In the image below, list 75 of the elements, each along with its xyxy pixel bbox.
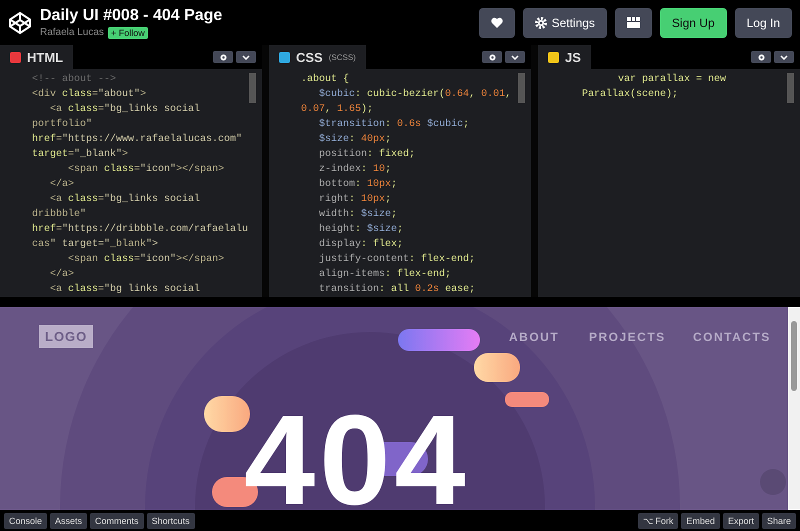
scrollbar[interactable] bbox=[787, 73, 794, 103]
scrollbar[interactable] bbox=[518, 73, 525, 103]
collapse-button[interactable] bbox=[774, 51, 794, 63]
code-line: cas" target="_blank"> bbox=[32, 238, 160, 252]
collapse-button[interactable] bbox=[236, 51, 256, 63]
code-line: justify-content: flex-end; bbox=[318, 252, 476, 267]
footer-button[interactable]: ⌥ Fork bbox=[638, 512, 678, 528]
gear-icon bbox=[534, 16, 547, 28]
editor-tab[interactable]: JS bbox=[538, 45, 591, 69]
code-line: $cubic: cubic-bezier(0.64, 0.01, bbox=[318, 88, 512, 102]
footer-button[interactable]: Comments bbox=[90, 512, 144, 528]
error-code-headline: 404 bbox=[244, 397, 470, 510]
settings-button[interactable]: Settings bbox=[522, 8, 607, 38]
footer-button[interactable]: Shortcuts bbox=[146, 512, 195, 528]
code-line: <a class="bg_links social bbox=[49, 192, 202, 207]
code-line: dribbble" bbox=[32, 208, 88, 222]
code-line: display: flex; bbox=[318, 238, 404, 252]
code-line: </a> bbox=[49, 268, 76, 282]
settings-button[interactable] bbox=[751, 51, 771, 63]
chevron-down-icon bbox=[242, 54, 250, 60]
code-line: position: fixed; bbox=[318, 148, 416, 162]
footer-button[interactable]: Console bbox=[4, 512, 48, 528]
chevron-down-icon bbox=[780, 54, 788, 60]
editor-tab[interactable]: HTML bbox=[0, 45, 74, 69]
heart-button[interactable] bbox=[478, 8, 515, 38]
footer-button[interactable]: Embed bbox=[681, 512, 720, 528]
code-line: <a class="bg_links social bbox=[49, 102, 202, 117]
code-line: Parallax(scene); bbox=[581, 88, 680, 102]
cube-logo-icon bbox=[8, 10, 32, 34]
code-line: <span class="icon"></span> bbox=[67, 162, 226, 177]
layout-button[interactable] bbox=[614, 8, 652, 38]
code-line: <div class="about"> bbox=[32, 88, 148, 102]
code-line: </a> bbox=[49, 178, 76, 192]
code-line: 0.07, 1.65); bbox=[301, 102, 374, 117]
log-in-button[interactable]: Log In bbox=[734, 8, 792, 38]
settings-button[interactable] bbox=[482, 51, 502, 63]
settings-button[interactable] bbox=[213, 51, 233, 63]
author-name[interactable]: Rafaela Lucas bbox=[40, 27, 104, 38]
settings-icon bbox=[220, 54, 226, 60]
code-line: href="https://www.rafaelalucas.com" bbox=[32, 132, 244, 147]
code-line: z-index: 10; bbox=[318, 162, 392, 177]
layout-icon bbox=[626, 17, 640, 28]
code-line: height: $size; bbox=[318, 222, 404, 237]
follow-button[interactable]: + Follow bbox=[108, 26, 148, 38]
language-badge-icon bbox=[548, 52, 559, 62]
code-line: portfolio" bbox=[32, 118, 94, 132]
scrollbar[interactable] bbox=[788, 307, 800, 510]
settings-icon bbox=[758, 54, 764, 60]
code-line: target="_blank"> bbox=[32, 148, 130, 162]
sign-up-button[interactable]: Sign Up bbox=[660, 8, 727, 38]
language-badge-icon bbox=[279, 52, 290, 62]
code-line: align-items: flex-end; bbox=[318, 268, 452, 282]
code-line: var parallax = new bbox=[617, 72, 728, 87]
code-line: .about { bbox=[301, 72, 350, 87]
code-line: transition: all 0.2s ease; bbox=[318, 282, 476, 297]
scrollbar[interactable] bbox=[249, 73, 256, 103]
code-line: href="https://dribbble.com/rafaelalu bbox=[32, 222, 250, 237]
language-badge-icon bbox=[10, 52, 21, 62]
footer-button[interactable]: Share bbox=[762, 512, 796, 528]
code-line: right: 10px; bbox=[318, 192, 392, 207]
chevron-down-icon bbox=[511, 54, 519, 60]
settings-icon bbox=[488, 54, 496, 60]
code-line: bottom: 10px; bbox=[318, 178, 398, 192]
pen-title: Daily UI #008 - 404 Page bbox=[40, 6, 222, 24]
editor-tab[interactable]: CSS (SCSS) bbox=[269, 45, 366, 69]
code-line: $transition: 0.6s $cubic; bbox=[318, 118, 470, 132]
footer-button[interactable]: Assets bbox=[50, 512, 88, 528]
code-line: $size: 40px; bbox=[318, 132, 392, 147]
heart-icon bbox=[490, 17, 503, 28]
footer-button[interactable]: Export bbox=[722, 512, 759, 528]
code-line: <a class="bg links social bbox=[49, 282, 202, 297]
collapse-button[interactable] bbox=[505, 51, 525, 63]
code-line: width: $size; bbox=[318, 208, 398, 222]
code-line: <span class="icon"></span> bbox=[67, 252, 226, 267]
code-line: <!-- about --> bbox=[32, 72, 118, 87]
